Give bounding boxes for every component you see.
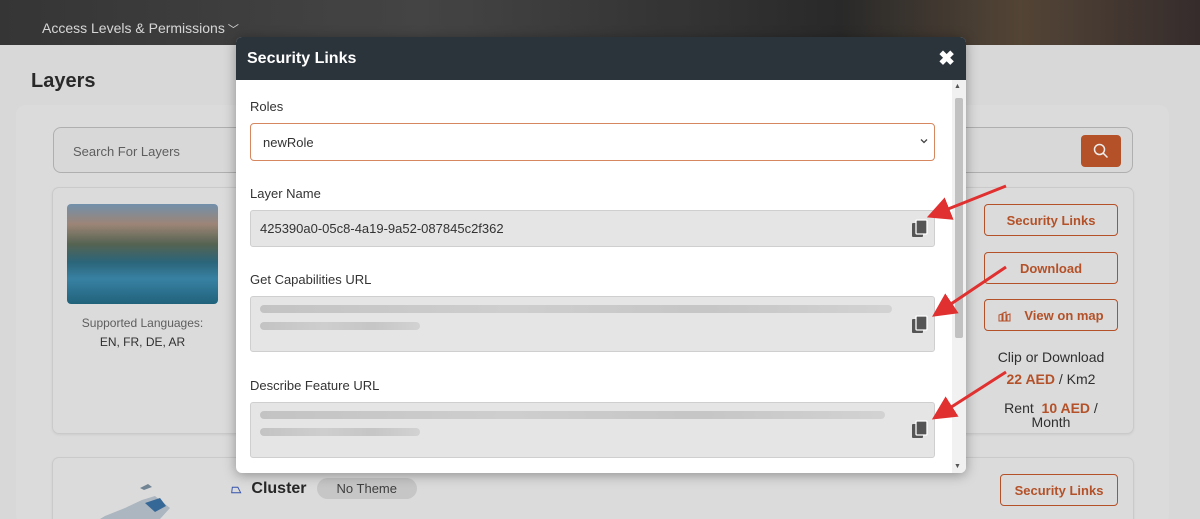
annotation-arrow (932, 265, 1007, 317)
annotation-arrow (926, 184, 1007, 220)
annotation-arrow (931, 370, 1007, 420)
annotation-arrows (926, 184, 1007, 420)
